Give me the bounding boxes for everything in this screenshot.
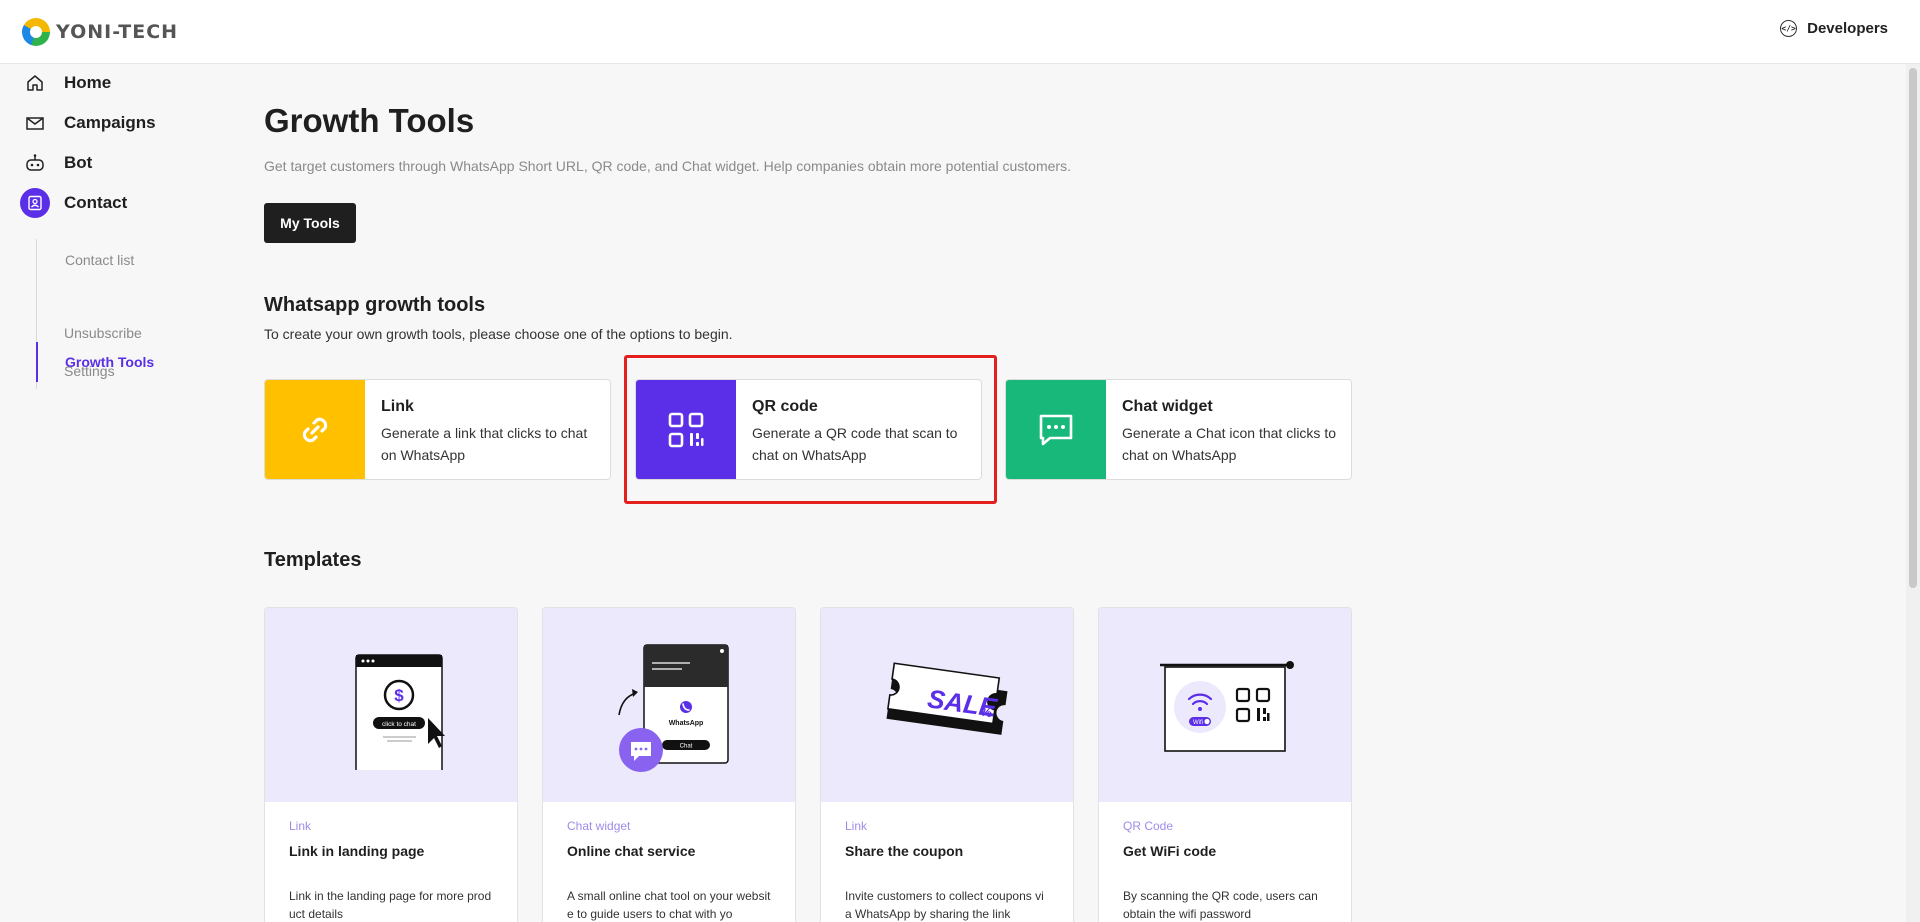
robot-icon	[20, 148, 50, 178]
sidebar-item-label: Home	[64, 73, 112, 92]
chat-service-illustration: WhatsApp Chat	[543, 608, 795, 802]
page-scrollbar[interactable]	[1906, 64, 1920, 922]
template-name: Online chat service	[567, 843, 696, 859]
tool-name: QR code	[752, 398, 818, 415]
tool-description: Generate a QR code that scan to chat on …	[752, 425, 958, 463]
templates-heading: Templates	[264, 549, 362, 571]
template-description: Link in the landing page for more produc…	[289, 889, 492, 921]
code-icon: </>	[1780, 20, 1798, 37]
active-indicator	[36, 342, 38, 382]
template-button-text: click to chat	[382, 721, 416, 728]
template-category: Chat widget	[567, 819, 631, 833]
logo-text: YONI-TECH	[56, 21, 179, 43]
template-card-online-chat[interactable]: WhatsApp Chat Chat widget Online chat se…	[542, 607, 796, 922]
sidebar-item-label: Campaigns	[64, 113, 156, 132]
sidebar-item-contact[interactable]: Contact	[20, 188, 127, 218]
wifi-code-illustration: Wifi	[1099, 608, 1351, 802]
developers-link[interactable]: </> Developers	[1780, 20, 1888, 37]
growth-tools-heading: Whatsapp growth tools	[264, 294, 486, 316]
scrollbar-thumb[interactable]	[1909, 68, 1917, 588]
sidebar-item-label: Bot	[64, 153, 93, 172]
wifi-badge-text: Wifi	[1193, 720, 1203, 726]
sidebar-item-label: Contact	[64, 193, 128, 212]
template-button-text: Chat	[680, 744, 693, 750]
landing-page-illustration: $ click to chat	[265, 608, 517, 802]
template-description: A small online chat tool on your website…	[567, 889, 771, 921]
mail-icon	[20, 108, 50, 138]
svg-text:$: $	[394, 686, 404, 705]
coupon-illustration: SALE %	[821, 608, 1073, 802]
tool-card-link[interactable]: Link Generate a link that clicks to chat…	[264, 379, 611, 480]
subnav-item-settings[interactable]: Settings	[64, 360, 115, 382]
sidebar-item-bot[interactable]: Bot	[20, 148, 92, 178]
subnav-item-contact-list[interactable]: Contact list	[65, 249, 134, 271]
subnav-item-unsubscribe[interactable]: Unsubscribe	[64, 322, 142, 344]
sidebar-item-home[interactable]: Home	[20, 68, 111, 98]
chat-icon	[1006, 380, 1106, 479]
tool-description: Generate a Chat icon that clicks to chat…	[1122, 425, 1336, 463]
template-card-wifi-code[interactable]: Wifi QR Code Get WiFi code By scanning t…	[1098, 607, 1352, 922]
template-description: Invite customers to collect coupons via …	[845, 889, 1044, 921]
template-category: QR Code	[1123, 819, 1174, 833]
template-description: By scanning the QR code, users can obtai…	[1123, 889, 1318, 921]
tool-card-qr-code[interactable]: QR code Generate a QR code that scan to …	[635, 379, 982, 480]
logo[interactable]: YONI-TECH	[22, 18, 178, 46]
page-description: Get target customers through WhatsApp Sh…	[264, 158, 1071, 174]
template-name: Get WiFi code	[1123, 843, 1217, 859]
template-name: Share the coupon	[845, 843, 964, 859]
link-icon	[265, 380, 365, 479]
tool-name: Link	[381, 398, 414, 415]
qr-code-icon	[636, 380, 736, 479]
sidebar-item-campaigns[interactable]: Campaigns	[20, 108, 156, 138]
top-bar: YONI-TECH </> Developers	[0, 0, 1920, 64]
logo-icon	[22, 18, 50, 46]
growth-tools-description: To create your own growth tools, please …	[264, 326, 733, 342]
contact-icon	[20, 188, 50, 218]
page-title: Growth Tools	[264, 102, 475, 139]
template-card-landing-page[interactable]: $ click to chat Link Link in landing pag…	[264, 607, 518, 922]
tool-description: Generate a link that clicks to chat on W…	[381, 425, 588, 463]
developers-label: Developers	[1807, 20, 1888, 37]
template-brand-text: WhatsApp	[669, 720, 704, 727]
template-card-coupon[interactable]: SALE % Link Share the coupon Invite cust…	[820, 607, 1074, 922]
home-icon	[20, 68, 50, 98]
template-name: Link in landing page	[289, 843, 425, 859]
tool-card-chat-widget[interactable]: Chat widget Generate a Chat icon that cl…	[1005, 379, 1352, 480]
contact-subnav: Contact list Growth Tools	[36, 239, 216, 389]
tool-name: Chat widget	[1122, 398, 1213, 415]
template-category: Link	[289, 819, 312, 833]
template-category: Link	[845, 819, 868, 833]
my-tools-button[interactable]: My Tools	[264, 203, 356, 243]
